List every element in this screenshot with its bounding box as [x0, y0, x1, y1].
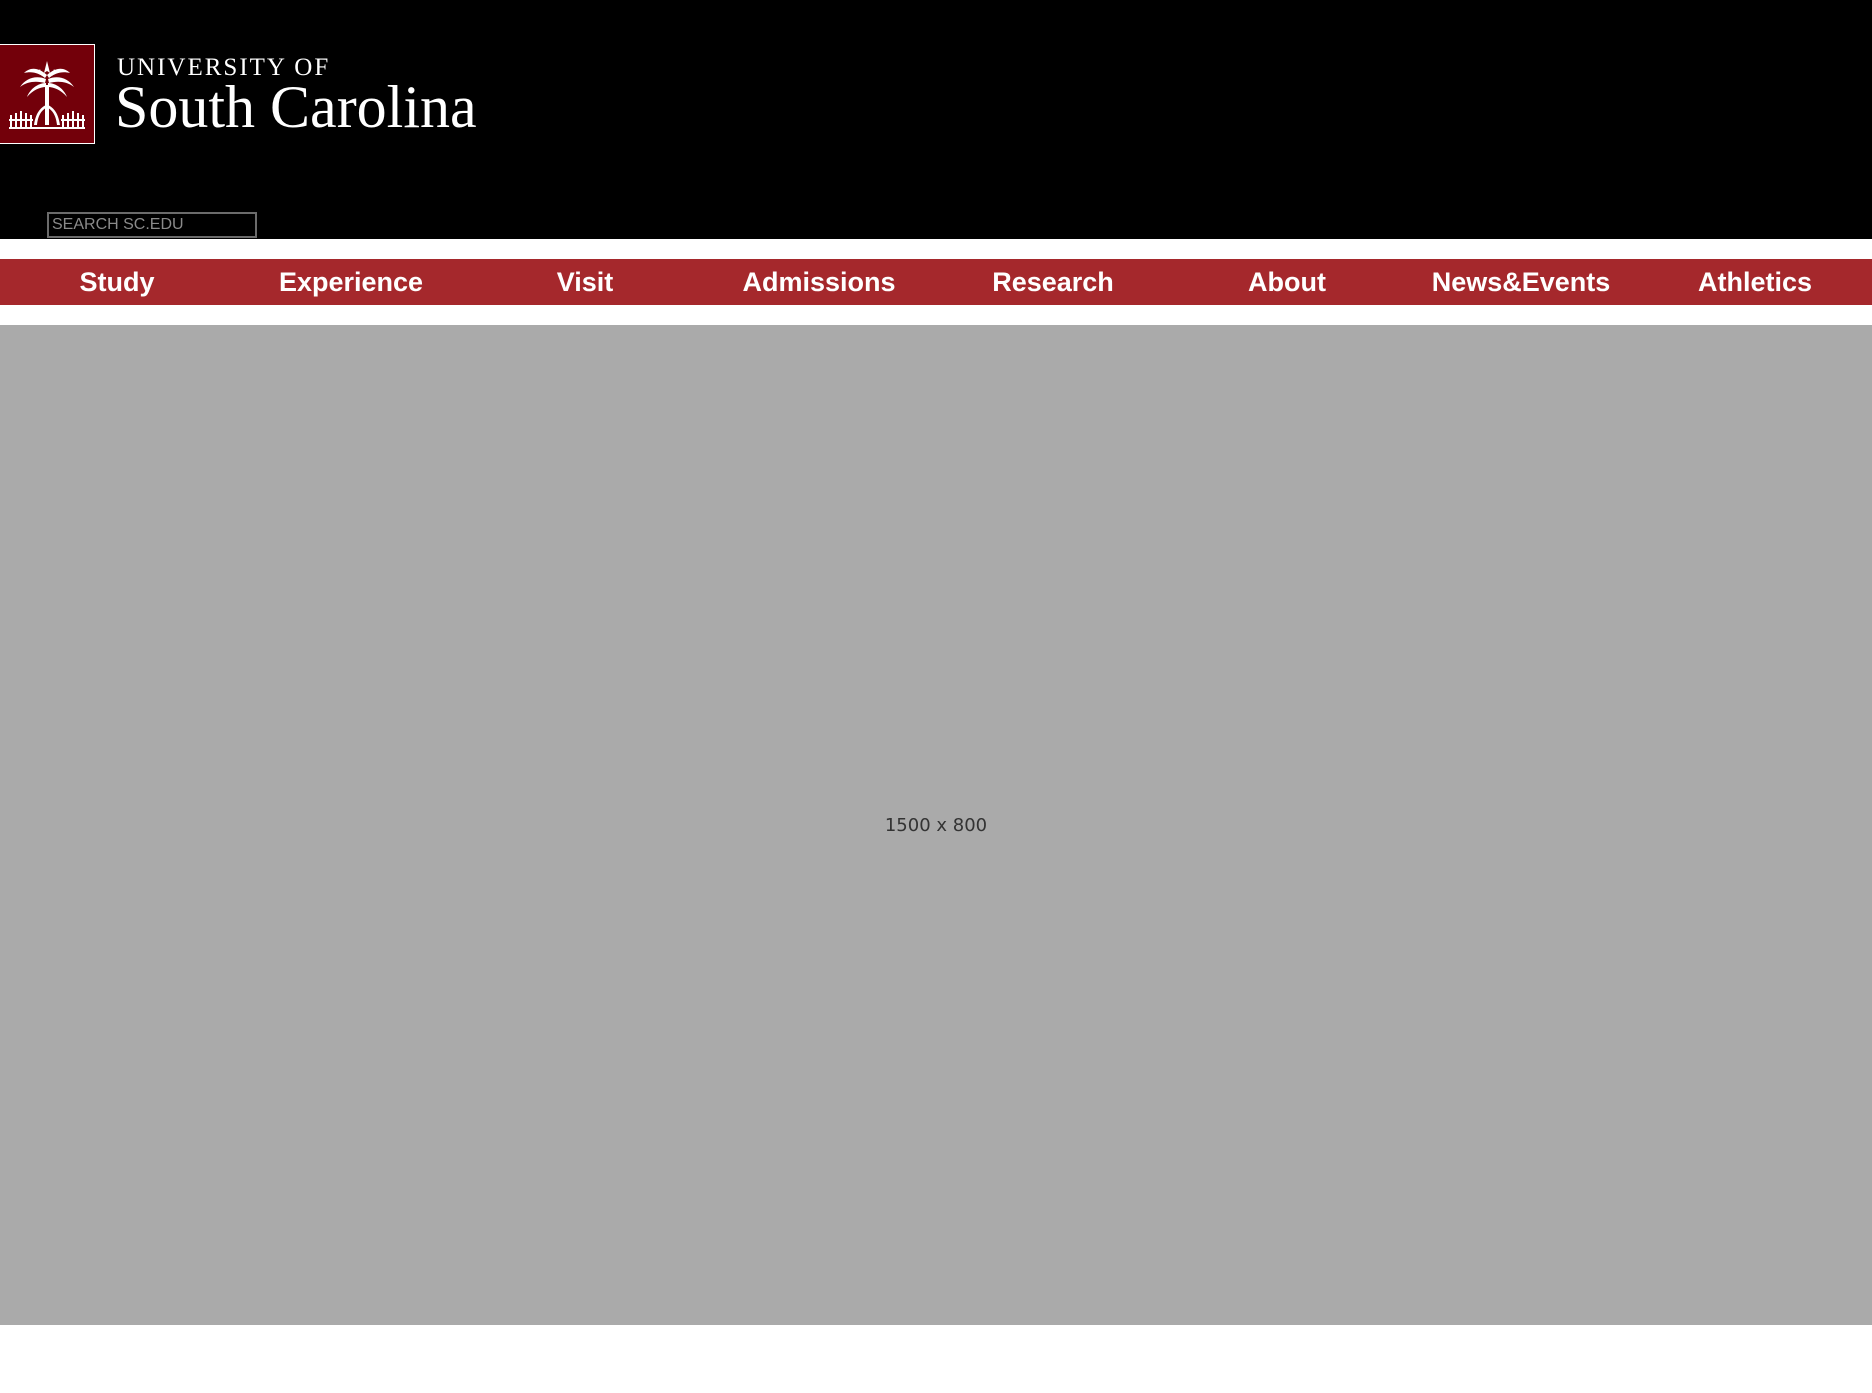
- wordmark-south-carolina[interactable]: South Carolina: [115, 72, 477, 142]
- nav-item-experience[interactable]: Experience: [234, 259, 468, 305]
- hero-image-placeholder: 1500 x 800: [0, 325, 1872, 1325]
- search-input[interactable]: [47, 212, 257, 238]
- main-nav: Study Experience Visit Admissions Resear…: [0, 259, 1872, 305]
- palmetto-tree-icon: [9, 61, 85, 129]
- nav-item-athletics[interactable]: Athletics: [1638, 259, 1872, 305]
- nav-item-study[interactable]: Study: [0, 259, 234, 305]
- university-logo[interactable]: [0, 44, 95, 144]
- nav-item-admissions[interactable]: Admissions: [702, 259, 936, 305]
- nav-item-about[interactable]: About: [1170, 259, 1404, 305]
- hero-placeholder-label: 1500 x 800: [884, 814, 988, 836]
- nav-item-news-events[interactable]: News&Events: [1404, 259, 1638, 305]
- nav-item-visit[interactable]: Visit: [468, 259, 702, 305]
- site-header: UNIVERSITY OF South Carolina: [0, 0, 1872, 239]
- nav-item-research[interactable]: Research: [936, 259, 1170, 305]
